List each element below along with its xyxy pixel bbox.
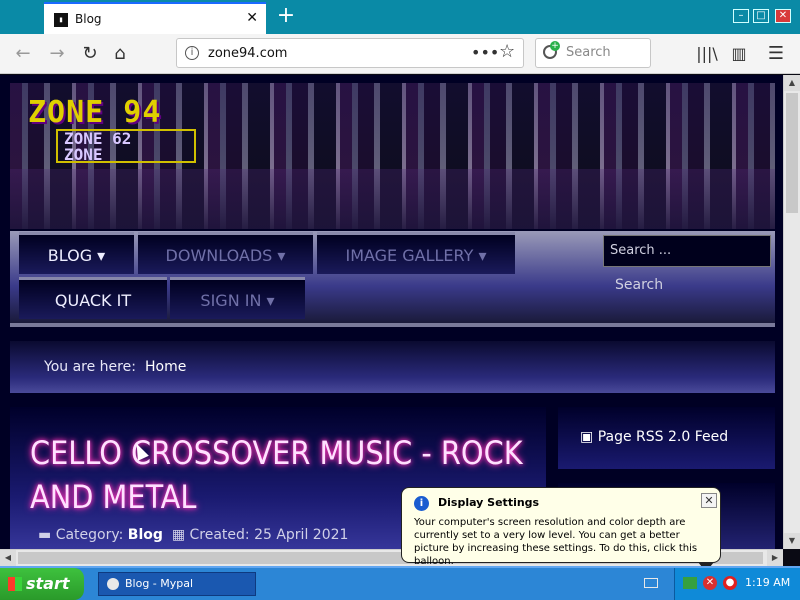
article-meta: ▬ Category: Blog ▦ Created: 25 April 202… <box>38 527 348 543</box>
category-link[interactable]: Blog <box>128 527 163 543</box>
system-tray: ✕ ● 1:19 AM <box>674 568 800 600</box>
info-icon[interactable]: i <box>185 46 199 60</box>
logo-sub-1: ZONE 62 <box>64 129 132 148</box>
vertical-scroll-thumb[interactable] <box>786 93 798 213</box>
nav-quack-it[interactable]: QUACK IT <box>19 277 167 319</box>
logo-sub-2: ZONE <box>64 145 103 164</box>
balloon-body: Your computer's screen resolution and co… <box>414 517 698 567</box>
rss-icon: ▣ <box>580 429 598 445</box>
browser-search-box[interactable]: + Search <box>535 38 651 68</box>
window-close-button[interactable]: ✕ <box>775 9 791 23</box>
terminal-icon: ▮ <box>54 13 68 27</box>
taskbar-window-label: Blog - Mypal <box>125 577 194 590</box>
forward-arrow-icon[interactable]: → <box>45 42 69 66</box>
created-date: Created: 25 April 2021 <box>189 527 349 543</box>
info-icon: i <box>414 496 429 511</box>
windows-logo-icon <box>8 577 22 591</box>
category-label: Category: <box>55 527 124 543</box>
navigation-toolbar: ← → ↻ ⌂ i zone94.com ••• ☆ + Search |||\… <box>0 34 800 74</box>
tab-strip: ▮ Blog ✕ + – □ ✕ <box>0 0 800 34</box>
logo-title: ZONE 94 <box>28 95 162 130</box>
browser-tab[interactable]: ▮ Blog ✕ <box>44 2 266 34</box>
breadcrumb-label: You are here: <box>44 359 136 375</box>
address-bar[interactable]: i zone94.com ••• ☆ <box>176 38 524 68</box>
new-tab-button[interactable]: + <box>276 4 296 28</box>
network-icon[interactable] <box>683 577 697 589</box>
site-search-button[interactable]: Search <box>603 273 771 297</box>
start-label: start <box>26 574 70 593</box>
nav-downloads[interactable]: DOWNLOADS ▾ <box>138 232 313 274</box>
scroll-left-icon[interactable]: ◀ <box>0 550 16 566</box>
add-search-engine-icon: + <box>550 41 560 51</box>
bookmark-star-icon[interactable]: ☆ <box>499 41 515 62</box>
breadcrumb: You are here: Home <box>10 341 775 393</box>
start-button[interactable]: start <box>0 568 84 600</box>
tab-close-icon[interactable]: ✕ <box>246 10 258 26</box>
hamburger-menu-icon[interactable]: ☰ <box>764 42 788 66</box>
library-icon[interactable]: |||\ <box>695 42 719 66</box>
mypal-icon <box>107 578 119 590</box>
rss-feed-link[interactable]: ▣ Page RSS 2.0 Feed <box>580 429 728 445</box>
browser-search-placeholder: Search <box>566 45 611 60</box>
page-viewport: ZONE 94 ZONE 62 ZONE BLOG ▾ DOWNLOADS ▾ … <box>0 75 783 549</box>
calendar-icon: ▦ <box>171 527 186 543</box>
keyboard-icon[interactable] <box>644 578 658 588</box>
maximize-button[interactable]: □ <box>753 9 769 23</box>
scroll-down-icon[interactable]: ▼ <box>784 533 800 549</box>
taskbar-window-button[interactable]: Blog - Mypal <box>98 572 256 596</box>
page-actions-icon[interactable]: ••• <box>471 43 499 62</box>
display-settings-balloon[interactable]: i Display Settings ✕ Your computer's scr… <box>401 487 721 572</box>
header-banner: ZONE 94 ZONE 62 ZONE <box>10 83 775 229</box>
scroll-right-icon[interactable]: ▶ <box>767 550 783 566</box>
balloon-title: Display Settings <box>438 496 540 509</box>
rss-feed-label: Page RSS 2.0 Feed <box>597 429 729 445</box>
back-arrow-icon[interactable]: ← <box>11 42 35 66</box>
site-logo[interactable]: ZONE 94 ZONE 62 ZONE <box>28 95 208 165</box>
tab-title: Blog <box>75 12 102 26</box>
url-text[interactable]: zone94.com <box>208 46 287 61</box>
nav-image-gallery[interactable]: IMAGE GALLERY ▾ <box>317 232 515 274</box>
site-search-input[interactable]: Search ... <box>603 235 771 267</box>
clock[interactable]: 1:19 AM <box>745 576 790 589</box>
taskbar: start Blog - Mypal ✕ ● 1:19 AM <box>0 566 800 600</box>
update-icon[interactable]: ● <box>723 576 737 590</box>
sidebar-icon[interactable]: ▥ <box>727 42 751 66</box>
reload-icon[interactable]: ↻ <box>78 42 102 66</box>
scroll-up-icon[interactable]: ▲ <box>784 75 800 91</box>
balloon-close-button[interactable]: ✕ <box>701 493 717 508</box>
folder-icon: ▬ <box>38 527 52 543</box>
site-navigation: BLOG ▾ DOWNLOADS ▾ IMAGE GALLERY ▾ QUACK… <box>10 231 775 327</box>
home-icon[interactable]: ⌂ <box>108 42 132 66</box>
minimize-button[interactable]: – <box>733 9 749 23</box>
nav-sign-in[interactable]: SIGN IN ▾ <box>170 277 305 319</box>
security-alert-icon[interactable]: ✕ <box>703 576 717 590</box>
nav-blog[interactable]: BLOG ▾ <box>19 232 134 274</box>
vertical-scrollbar[interactable]: ▲ ▼ <box>783 75 800 549</box>
rss-panel: ▣ Page RSS 2.0 Feed <box>558 407 775 469</box>
breadcrumb-home-link[interactable]: Home <box>145 359 186 375</box>
